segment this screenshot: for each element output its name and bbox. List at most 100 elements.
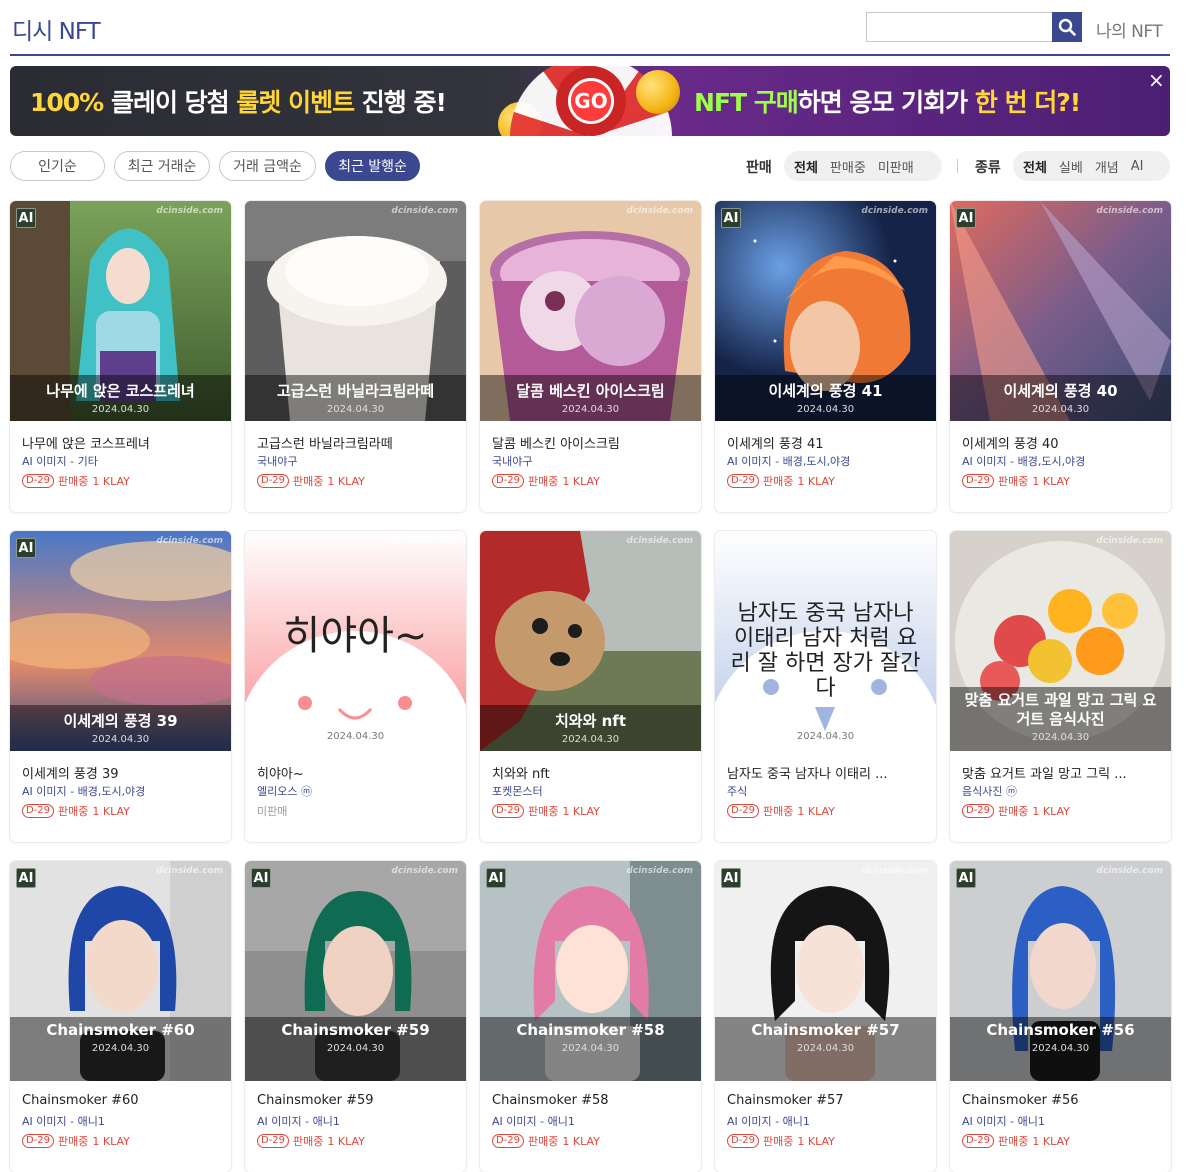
price-line: D-29 판매중 1 KLAY: [492, 1133, 692, 1149]
sort-recent-issue-button[interactable]: 최근 발행순: [325, 151, 420, 181]
nft-card[interactable]: AI dcinside.com 이세계의 풍경 40 2024.04.30 이세계의 풍…: [950, 201, 1171, 512]
search-input[interactable]: [866, 12, 1052, 42]
nft-thumbnail[interactable]: AI dcinside.com 나무에 앉은 코스프레녀 2024.04.30: [10, 201, 231, 421]
nft-card[interactable]: dcinside.com 남자도 중국 남자나 이태리 남자 처럼 요리 잘 하면…: [715, 531, 936, 842]
nft-category[interactable]: 엘리오스 ⓜ: [257, 783, 457, 799]
overlay-date: 2024.04.30: [796, 1043, 855, 1054]
nft-card[interactable]: AI dcinside.com Chainsmoker #60 2024.04.30 C…: [10, 861, 231, 1172]
nft-card[interactable]: dcinside.com 치와와 nft 2024.04.30 치와와 nft 포켓몬스…: [480, 531, 701, 842]
ai-badge: AI: [721, 868, 741, 888]
banner-close-icon[interactable]: ×: [1148, 68, 1165, 92]
sort-popular-button[interactable]: 인기순: [10, 151, 105, 181]
nft-price: 1 KLAY: [92, 804, 130, 818]
nft-name[interactable]: 이세계의 풍경 39: [22, 763, 222, 781]
nft-card[interactable]: AI dcinside.com Chainsmoker #57 2024.04.30 C…: [715, 861, 936, 1172]
nft-thumbnail[interactable]: AI dcinside.com 이세계의 풍경 41 2024.04.30: [715, 201, 936, 421]
nft-name[interactable]: 나무에 앉은 코스프레녀: [22, 433, 222, 451]
type-filter-ai[interactable]: AI: [1131, 159, 1144, 174]
nft-name[interactable]: 히야아~: [257, 763, 457, 781]
nft-category[interactable]: 포켓몬스터: [492, 783, 692, 799]
nft-thumbnail[interactable]: dcinside.com 히야아~ 2024.04.30: [245, 531, 466, 751]
sale-filter-selling[interactable]: 판매중: [830, 157, 866, 176]
nft-info: 이세계의 풍경 40 AI 이미지 - 배경,도시,야경 D-29 판매중 1 KLAY: [962, 433, 1162, 489]
type-filter-group: 전체 실베 개념 AI: [1013, 151, 1170, 181]
nft-thumbnail[interactable]: AI dcinside.com Chainsmoker #58 2024.04.30: [480, 861, 701, 1081]
ai-badge: AI: [721, 208, 741, 228]
nft-category[interactable]: AI 이미지 - 배경,도시,야경: [962, 453, 1162, 469]
nft-category[interactable]: AI 이미지 - 애니1: [962, 1113, 1162, 1129]
nft-category[interactable]: 국내야구: [492, 453, 692, 469]
type-filter-best[interactable]: 실베: [1059, 157, 1083, 176]
nft-name[interactable]: 고급스런 바닐라크림라떼: [257, 433, 457, 451]
nft-name[interactable]: 이세계의 풍경 40: [962, 433, 1162, 451]
nft-card[interactable]: AI dcinside.com Chainsmoker #59 2024.04.30 C…: [245, 861, 466, 1172]
thumbnail-overlay: 이세계의 풍경 41 2024.04.30: [715, 375, 936, 421]
nft-category[interactable]: AI 이미지 - 배경,도시,야경: [22, 783, 222, 799]
filter-divider: [957, 159, 958, 173]
sort-recent-trade-button[interactable]: 최근 거래순: [114, 151, 210, 181]
type-filter-concept[interactable]: 개념: [1095, 157, 1119, 176]
nft-price: 1 KLAY: [92, 474, 130, 488]
nft-category[interactable]: AI 이미지 - 애니1: [492, 1113, 692, 1129]
nft-card[interactable]: dcinside.com 히야아~ 2024.04.30 히야아~ 엘리오스 ⓜ 미판매: [245, 531, 466, 842]
nft-category[interactable]: AI 이미지 - 애니1: [257, 1113, 457, 1129]
nft-thumbnail[interactable]: dcinside.com 치와와 nft 2024.04.30: [480, 531, 701, 751]
nft-card[interactable]: dcinside.com 고급스런 바닐라크림라떼 2024.04.30 고급스런 바…: [245, 201, 466, 512]
nft-thumbnail[interactable]: AI dcinside.com Chainsmoker #60 2024.04.30: [10, 861, 231, 1081]
ai-badge: AI: [956, 208, 976, 228]
coin-image: [636, 70, 680, 114]
nft-name[interactable]: Chainsmoker #58: [492, 1093, 692, 1111]
nft-thumbnail[interactable]: AI dcinside.com Chainsmoker #59 2024.04.30: [245, 861, 466, 1081]
nft-card[interactable]: dcinside.com 맞춤 요거트 과일 망고 그릭 요거트 음식사진 2024…: [950, 531, 1171, 842]
overlay-title: 맞춤 요거트 과일 망고 그릭 요거트 음식사진: [964, 691, 1157, 728]
nft-name[interactable]: 남자도 중국 남자나 이태리 ...: [727, 763, 927, 781]
nft-name[interactable]: Chainsmoker #57: [727, 1093, 927, 1111]
nft-thumbnail[interactable]: AI dcinside.com Chainsmoker #56 2024.04.30: [950, 861, 1171, 1081]
nft-name[interactable]: 치와와 nft: [492, 763, 692, 781]
type-filter-all[interactable]: 전체: [1023, 157, 1047, 176]
nft-name[interactable]: 맞춤 요거트 과일 망고 그릭 ...: [962, 763, 1162, 781]
overlay-date: 2024.04.30: [91, 734, 150, 745]
event-banner[interactable]: GO 100% 클레이 당첨 룰렛 이벤트 진행 중! NFT 구매하면 응모 …: [10, 66, 1170, 136]
my-nft-link[interactable]: 나의 NFT: [1096, 17, 1163, 42]
dday-badge: D-29: [962, 1134, 995, 1148]
sale-status: 판매중: [58, 475, 89, 488]
nft-card[interactable]: AI dcinside.com 나무에 앉은 코스프레녀 2024.04.30 나무에 …: [10, 201, 231, 512]
nft-thumbnail[interactable]: dcinside.com 맞춤 요거트 과일 망고 그릭 요거트 음식사진 2024…: [950, 531, 1171, 751]
nft-thumbnail[interactable]: dcinside.com 달콤 베스킨 아이스크림 2024.04.30: [480, 201, 701, 421]
nft-category[interactable]: 주식: [727, 783, 927, 799]
nft-card[interactable]: AI dcinside.com Chainsmoker #56 2024.04.30 C…: [950, 861, 1171, 1172]
thumbnail-overlay: Chainsmoker #56 2024.04.30: [950, 1017, 1171, 1081]
nft-category[interactable]: AI 이미지 - 애니1: [22, 1113, 222, 1129]
sale-filter-all[interactable]: 전체: [794, 157, 818, 176]
search-button[interactable]: [1052, 12, 1082, 42]
nft-category[interactable]: 국내야구: [257, 453, 457, 469]
nft-category[interactable]: 음식사진 ⓜ: [962, 783, 1162, 799]
nft-thumbnail[interactable]: AI dcinside.com 이세계의 풍경 40 2024.04.30: [950, 201, 1171, 421]
nft-card[interactable]: dcinside.com 달콤 베스킨 아이스크림 2024.04.30 달콤 베스킨…: [480, 201, 701, 512]
nft-category[interactable]: AI 이미지 - 애니1: [727, 1113, 927, 1129]
nft-card[interactable]: AI dcinside.com 이세계의 풍경 41 2024.04.30 이세계의 풍…: [715, 201, 936, 512]
price-line: D-29 판매중 1 KLAY: [257, 1133, 457, 1149]
sale-filter-unsold[interactable]: 미판매: [878, 157, 914, 176]
nft-name[interactable]: Chainsmoker #56: [962, 1093, 1162, 1111]
nft-name[interactable]: 이세계의 풍경 41: [727, 433, 927, 451]
sale-status: 판매중: [58, 805, 89, 818]
nft-thumbnail[interactable]: AI dcinside.com 이세계의 풍경 39 2024.04.30: [10, 531, 231, 751]
price-line: D-29 판매중 1 KLAY: [727, 473, 927, 489]
nft-name[interactable]: 달콤 베스킨 아이스크림: [492, 433, 692, 451]
nft-thumbnail[interactable]: dcinside.com 고급스런 바닐라크림라떼 2024.04.30: [245, 201, 466, 421]
nft-card[interactable]: AI dcinside.com Chainsmoker #58 2024.04.30 C…: [480, 861, 701, 1172]
nft-category[interactable]: AI 이미지 - 배경,도시,야경: [727, 453, 927, 469]
thumbnail-overlay: 달콤 베스킨 아이스크림 2024.04.30: [480, 375, 701, 421]
nft-name[interactable]: Chainsmoker #60: [22, 1093, 222, 1111]
nft-category[interactable]: AI 이미지 - 기타: [22, 453, 222, 469]
sort-trade-amount-button[interactable]: 거래 금액순: [219, 151, 316, 181]
nft-thumbnail[interactable]: dcinside.com 남자도 중국 남자나 이태리 남자 처럼 요리 잘 하면…: [715, 531, 936, 751]
nft-thumbnail[interactable]: AI dcinside.com Chainsmoker #57 2024.04.30: [715, 861, 936, 1081]
nft-card[interactable]: AI dcinside.com 이세계의 풍경 39 2024.04.30 이세계의 풍…: [10, 531, 231, 842]
site-logo[interactable]: 디시 NFT: [12, 12, 101, 46]
overlay-date: 2024.04.30: [561, 404, 620, 415]
thumbnail-overlay: Chainsmoker #57 2024.04.30: [715, 1017, 936, 1081]
nft-name[interactable]: Chainsmoker #59: [257, 1093, 457, 1111]
